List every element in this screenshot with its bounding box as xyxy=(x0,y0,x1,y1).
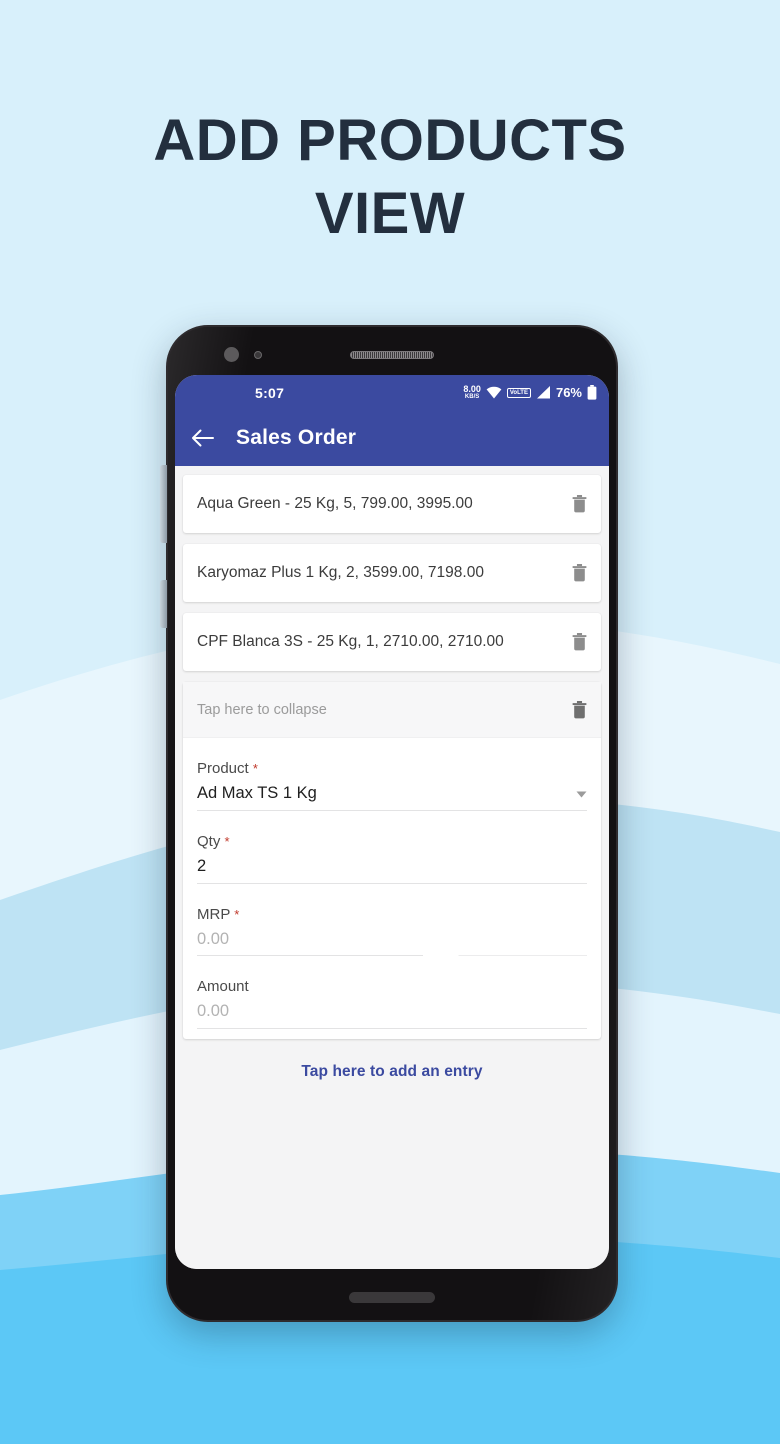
trash-icon[interactable] xyxy=(572,633,587,651)
phone-mockup: 5:07 8.00 KB/S VoLTE 76% Sales Order Aqu… xyxy=(160,325,618,1322)
field-qty-control[interactable]: 2 xyxy=(197,857,587,884)
status-bar: 5:07 8.00 KB/S VoLTE 76% xyxy=(175,375,609,410)
data-rate-value: 8.00 xyxy=(463,384,481,394)
field-product-label-text: Product xyxy=(197,760,249,777)
promo-heading-line-2: VIEW xyxy=(314,181,466,247)
volte-icon: VoLTE xyxy=(506,387,531,398)
app-bar: Sales Order xyxy=(175,410,609,466)
power-button[interactable] xyxy=(160,580,167,628)
bottom-speaker-grille xyxy=(349,1292,435,1303)
required-marker: * xyxy=(252,761,258,776)
proximity-sensor-icon xyxy=(254,351,262,359)
field-mrp-label: MRP * xyxy=(197,906,587,923)
promo-heading-line-1: ADD PRODUCTS xyxy=(153,108,627,173)
field-amount-label-text: Amount xyxy=(197,978,249,995)
status-bar-time: 5:07 xyxy=(255,384,285,401)
signal-icon xyxy=(536,386,550,399)
field-amount-control: 0.00 xyxy=(197,1002,587,1029)
add-entry-button[interactable]: Tap here to add an entry xyxy=(183,1039,601,1081)
required-marker: * xyxy=(234,907,240,922)
field-mrp-control[interactable]: 0.00 xyxy=(197,930,587,956)
chevron-down-icon[interactable] xyxy=(576,791,587,798)
status-bar-indicators: 8.00 KB/S VoLTE 76% xyxy=(463,385,597,400)
qty-input-value: 2 xyxy=(197,857,207,875)
page-title: Sales Order xyxy=(236,426,357,449)
wifi-icon xyxy=(486,386,502,399)
field-mrp-label-text: MRP xyxy=(197,906,231,923)
field-amount-label: Amount xyxy=(197,978,587,995)
product-row[interactable]: Aqua Green - 25 Kg, 5, 799.00, 3995.00 xyxy=(183,475,601,533)
expanded-entry-card: Tap here to collapse Product * Ad Max TS… xyxy=(183,682,601,1039)
collapse-label: Tap here to collapse xyxy=(197,701,327,718)
promo-heading: ADD PRODUCTS VIEW xyxy=(0,104,780,250)
data-rate-indicator: 8.00 KB/S xyxy=(463,384,481,401)
amount-input-value: 0.00 xyxy=(197,1002,230,1020)
field-qty-label-text: Qty xyxy=(197,833,221,850)
field-amount: Amount 0.00 xyxy=(183,978,601,1029)
field-product-control[interactable]: Ad Max TS 1 Kg xyxy=(197,784,587,811)
product-row-text: CPF Blanca 3S - 25 Kg, 1, 2710.00, 2710.… xyxy=(197,633,504,650)
field-product-label: Product * xyxy=(197,760,587,777)
back-arrow-icon[interactable] xyxy=(191,428,214,448)
sales-order-content: Aqua Green - 25 Kg, 5, 799.00, 3995.00 K… xyxy=(175,466,609,1269)
mrp-input-value: 0.00 xyxy=(197,930,230,948)
front-camera-icon xyxy=(224,347,239,362)
product-row[interactable]: Karyomaz Plus 1 Kg, 2, 3599.00, 7198.00 xyxy=(183,544,601,602)
field-qty: Qty * 2 xyxy=(183,833,601,884)
volume-button[interactable] xyxy=(160,465,167,543)
trash-icon[interactable] xyxy=(572,564,587,582)
trash-icon[interactable] xyxy=(572,495,587,513)
battery-icon xyxy=(587,385,597,400)
phone-screen: 5:07 8.00 KB/S VoLTE 76% Sales Order Aqu… xyxy=(175,375,609,1269)
product-row[interactable]: CPF Blanca 3S - 25 Kg, 1, 2710.00, 2710.… xyxy=(183,613,601,671)
field-product: Product * Ad Max TS 1 Kg xyxy=(183,760,601,811)
earpiece-speaker-icon xyxy=(350,351,434,359)
field-mrp: MRP * 0.00 xyxy=(183,906,601,956)
required-marker: * xyxy=(224,834,230,849)
product-select-value: Ad Max TS 1 Kg xyxy=(197,784,317,802)
product-row-text: Aqua Green - 25 Kg, 5, 799.00, 3995.00 xyxy=(197,495,473,512)
field-qty-label: Qty * xyxy=(197,833,587,850)
battery-percent-label: 76% xyxy=(555,385,582,400)
product-row-text: Karyomaz Plus 1 Kg, 2, 3599.00, 7198.00 xyxy=(197,564,484,581)
trash-icon[interactable] xyxy=(572,700,587,719)
data-rate-unit: KB/S xyxy=(464,394,480,400)
collapse-header[interactable]: Tap here to collapse xyxy=(183,682,601,738)
